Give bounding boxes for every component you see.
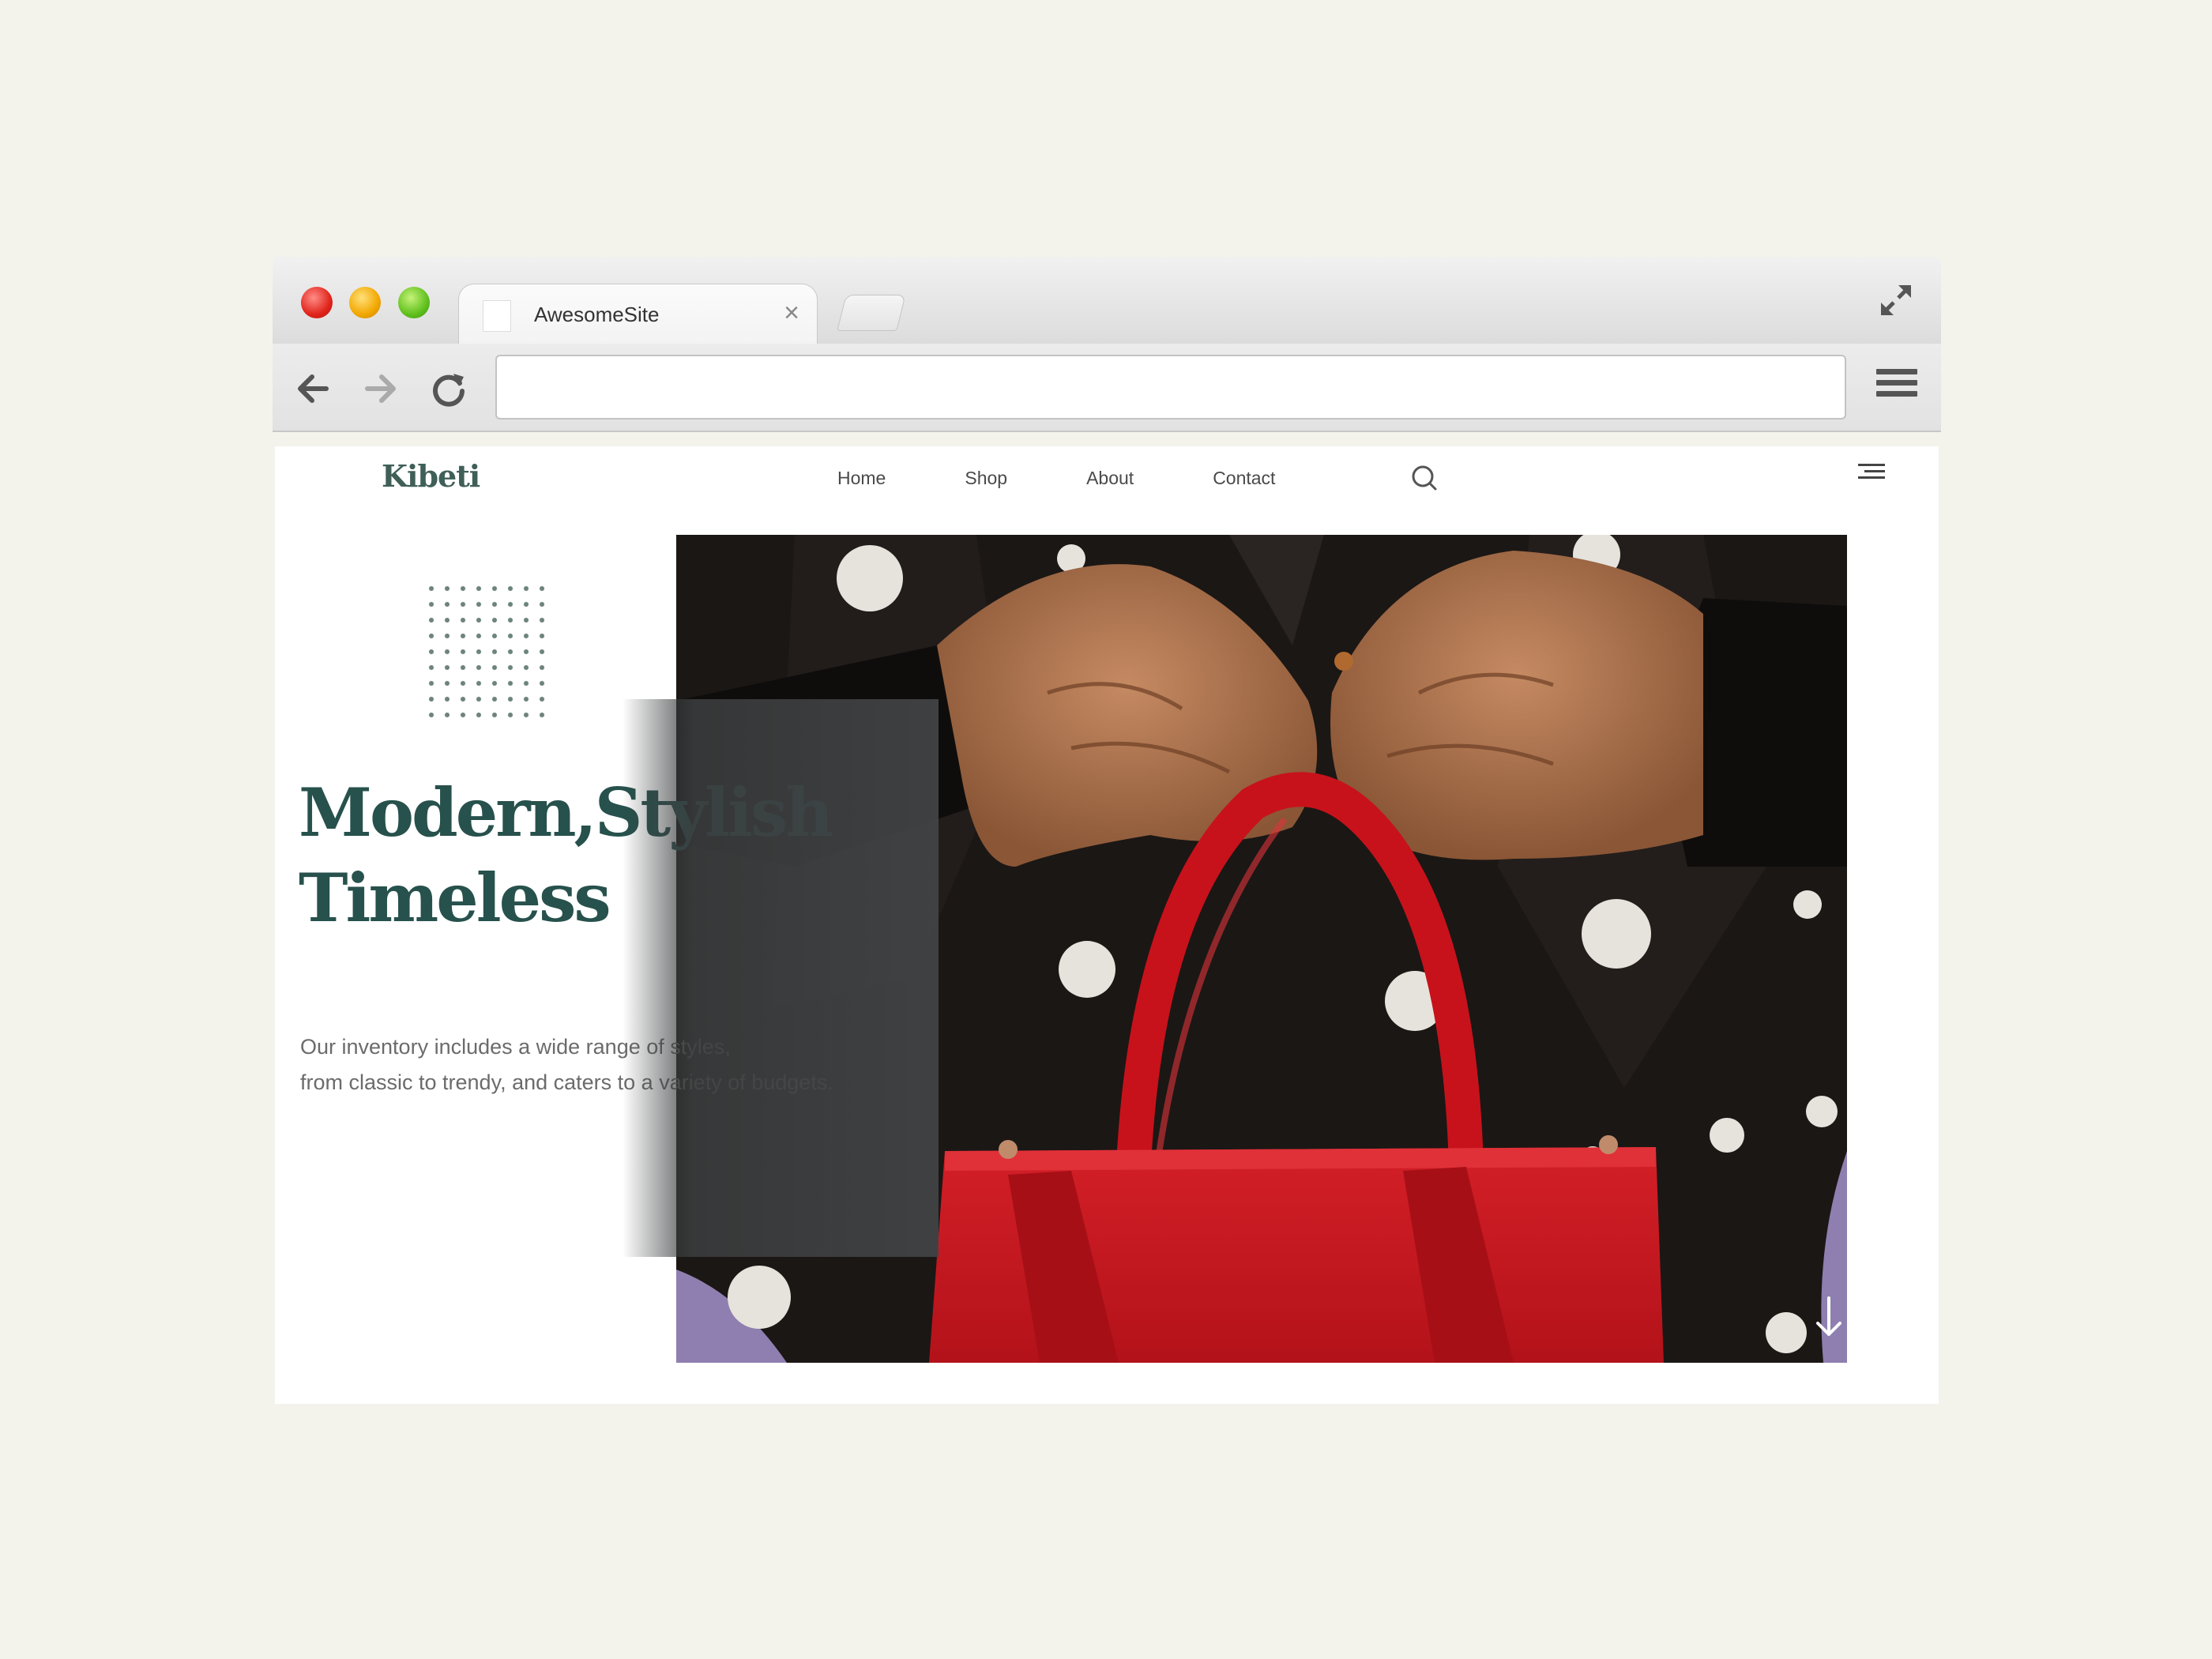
dot-pattern-decoration <box>423 581 550 723</box>
browser-menu-icon[interactable] <box>1876 369 1917 407</box>
maximize-window-button[interactable] <box>398 287 430 318</box>
nav-shop[interactable]: Shop <box>965 464 1007 492</box>
close-window-button[interactable] <box>301 287 333 318</box>
new-tab-button[interactable] <box>837 295 906 331</box>
frosted-overlay-panel <box>623 699 939 1257</box>
browser-tab[interactable]: AwesomeSite × <box>458 284 818 344</box>
fullscreen-icon[interactable] <box>1876 280 1916 320</box>
minimize-window-button[interactable] <box>349 287 381 318</box>
reload-icon[interactable] <box>427 367 470 410</box>
title-bar: AwesomeSite × <box>273 257 1941 344</box>
address-bar[interactable] <box>495 355 1846 419</box>
browser-window: AwesomeSite × Kibeti Home Shop About Con… <box>273 257 1941 1404</box>
nav-contact[interactable]: Contact <box>1213 464 1275 492</box>
browser-toolbar <box>273 344 1941 432</box>
search-icon[interactable] <box>1409 462 1440 494</box>
arrow-down-icon[interactable] <box>1811 1293 1846 1341</box>
forward-arrow-icon[interactable] <box>359 367 402 410</box>
tab-close-icon[interactable]: × <box>784 297 799 329</box>
page-icon <box>483 300 511 332</box>
hamburger-icon[interactable] <box>1853 464 1885 487</box>
back-arrow-icon[interactable] <box>292 367 334 410</box>
tab-title: AwesomeSite <box>534 303 660 326</box>
web-page: Kibeti Home Shop About Contact Modern,St… <box>275 446 1939 1404</box>
headline-line-2: Timeless <box>299 859 611 937</box>
main-nav: Home Shop About Contact <box>837 464 1354 492</box>
nav-home[interactable]: Home <box>837 464 886 492</box>
nav-about[interactable]: About <box>1086 464 1134 492</box>
site-logo[interactable]: Kibeti <box>382 458 480 494</box>
